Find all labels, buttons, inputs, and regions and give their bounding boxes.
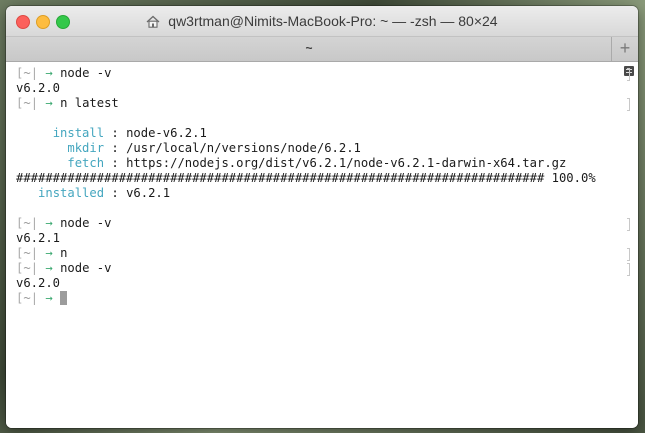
scroll-mark[interactable] <box>627 263 630 276</box>
scroll-mark[interactable] <box>627 68 630 81</box>
title-bar[interactable]: qw3rtman@Nimits-MacBook-Pro: ~ — -zsh — … <box>6 6 638 37</box>
command-text: node -v <box>60 216 112 230</box>
tab-home[interactable]: ~ <box>6 41 612 55</box>
prompt-bar: | <box>30 66 39 80</box>
command-text: n latest <box>60 96 119 110</box>
terminal-line: v6.2.0 <box>16 81 618 96</box>
text-cursor <box>60 291 68 305</box>
command-text: node -v <box>60 66 112 80</box>
scroll-mark[interactable] <box>627 218 630 231</box>
install-log-line: install : node-v6.2.1 <box>52 126 207 140</box>
log-value: v6.2.1 <box>126 186 171 200</box>
home-folder-icon <box>146 15 160 31</box>
log-value: /usr/local/n/versions/node/6.2.1 <box>126 141 361 155</box>
terminal-line: v6.2.1 <box>16 231 618 246</box>
prompt-arrow-icon: → <box>45 246 53 260</box>
window-title: qw3rtman@Nimits-MacBook-Pro: ~ — -zsh — … <box>168 13 498 29</box>
tab-bar: ~ + <box>6 37 638 62</box>
terminal-line: v6.2.0 <box>16 276 618 291</box>
prompt-tilde: ~ <box>23 246 31 260</box>
prompt-bar: | <box>30 216 39 230</box>
terminal-content[interactable]: [~| → node -v v6.2.0 [~| → n latest instal… <box>6 62 638 428</box>
prompt-arrow-icon: → <box>45 291 53 305</box>
prompt-arrow-icon: → <box>45 216 53 230</box>
prompt-line: [~| → n <box>16 246 630 261</box>
log-key: mkdir <box>67 141 105 155</box>
install-log-line: fetch : https://nodejs.org/dist/v6.2.1/n… <box>67 156 567 170</box>
output-text: v6.2.0 <box>16 81 61 95</box>
prompt-arrow-icon: → <box>45 261 53 275</box>
prompt-tilde: ~ <box>23 66 31 80</box>
prompt-line: [~| → n latest <box>16 96 630 111</box>
log-key: fetch <box>67 156 105 170</box>
install-log-line: installed : v6.2.1 <box>38 186 171 200</box>
terminal-line: ########################################… <box>16 171 618 186</box>
command-text: node -v <box>60 261 112 275</box>
prompt-tilde: ~ <box>23 291 31 305</box>
prompt-tilde: ~ <box>23 216 31 230</box>
terminal-lines: [~| → node -v v6.2.0 [~| → n latest instal… <box>16 66 630 306</box>
log-key: installed <box>38 186 105 200</box>
prompt-line: [~| → node -v <box>16 66 630 81</box>
prompt-tilde: ~ <box>23 96 31 110</box>
output-text: ########################################… <box>16 171 596 185</box>
prompt-line: [~| → <box>16 291 618 306</box>
install-log-line: mkdir : /usr/local/n/versions/node/6.2.1 <box>67 141 361 155</box>
output-text: v6.2.0 <box>16 276 61 290</box>
log-key: install <box>52 126 105 140</box>
prompt-bar: | <box>30 246 39 260</box>
terminal-window: qw3rtman@Nimits-MacBook-Pro: ~ — -zsh — … <box>6 6 638 428</box>
scroll-mark[interactable] <box>627 248 630 261</box>
command-text: n <box>60 246 68 260</box>
window-title-area: qw3rtman@Nimits-MacBook-Pro: ~ — -zsh — … <box>6 13 638 31</box>
prompt-bar: | <box>30 261 39 275</box>
prompt-line: [~| → node -v <box>16 216 630 231</box>
output-text: v6.2.1 <box>16 231 61 245</box>
prompt-arrow-icon: → <box>45 66 53 80</box>
prompt-arrow-icon: → <box>45 96 53 110</box>
prompt-line: [~| → node -v <box>16 261 630 276</box>
prompt-tilde: ~ <box>23 261 31 275</box>
prompt-bar: | <box>30 96 39 110</box>
new-tab-button[interactable]: + <box>611 37 638 61</box>
prompt-bar: | <box>30 291 39 305</box>
log-value: node-v6.2.1 <box>126 126 207 140</box>
log-value: https://nodejs.org/dist/v6.2.1/node-v6.2… <box>126 156 567 170</box>
scroll-mark[interactable] <box>627 98 630 111</box>
